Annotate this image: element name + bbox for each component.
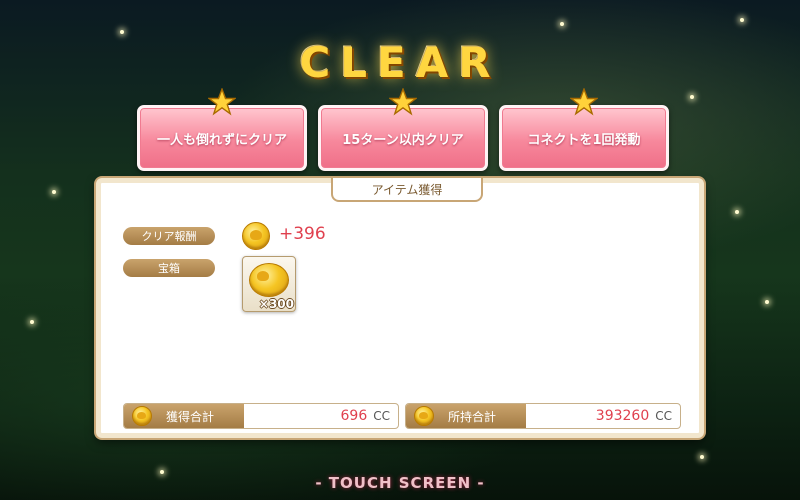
clear-reward-amount: +396: [279, 224, 326, 244]
owned-total-unit: CC: [655, 409, 672, 423]
earned-total-unit: CC: [373, 409, 390, 423]
treasure-label: 宝箱: [123, 259, 215, 277]
star-icon: [389, 88, 417, 116]
clear-title: CLEAR: [299, 38, 501, 87]
sparkle-decoration: [560, 22, 564, 26]
sparkle-decoration: [740, 18, 744, 22]
sparkle-decoration: [120, 30, 124, 34]
coin-icon: [242, 222, 270, 250]
mission-label: 15ターン以内クリア: [342, 132, 464, 148]
mission-badge-2: 15ターン以内クリア: [318, 88, 488, 171]
earned-total-label: 獲得合計: [166, 409, 215, 424]
owned-total-label: 所持合計: [448, 409, 497, 424]
star-icon: [208, 88, 236, 116]
sparkle-decoration: [735, 210, 739, 214]
item-acquired-panel: アイテム獲得 クリア報酬 +396 宝箱 ×300 獲得合計 696 CC 所持…: [96, 178, 704, 438]
sparkle-decoration: [765, 300, 769, 304]
mission-label: 一人も倒れずにクリア: [156, 132, 287, 148]
sparkle-decoration: [52, 190, 56, 194]
earned-total-value: 696: [340, 408, 368, 424]
owned-total: 所持合計 393260 CC: [405, 403, 681, 429]
coin-icon: [414, 406, 434, 426]
earned-total: 獲得合計 696 CC: [123, 403, 399, 429]
coin-icon: [132, 406, 152, 426]
owned-total-value: 393260: [595, 408, 650, 424]
star-icon: [570, 88, 598, 116]
mission-badge-3: コネクトを1回発動: [499, 88, 669, 171]
sparkle-decoration: [30, 320, 34, 324]
coin-icon: [249, 263, 289, 297]
owned-total-label-box: 所持合計: [406, 404, 526, 428]
mission-label: コネクトを1回発動: [527, 132, 641, 148]
treasure-item-slot[interactable]: ×300: [242, 256, 296, 312]
mission-badge-1: 一人も倒れずにクリア: [137, 88, 307, 171]
touch-screen-prompt[interactable]: - TOUCH SCREEN -: [0, 474, 800, 492]
clear-reward-label: クリア報酬: [123, 227, 215, 245]
sparkle-decoration: [690, 95, 694, 99]
sparkle-decoration: [700, 455, 704, 459]
earned-total-label-box: 獲得合計: [124, 404, 244, 428]
panel-tab-title: アイテム獲得: [331, 178, 483, 202]
item-count: ×300: [258, 297, 294, 311]
